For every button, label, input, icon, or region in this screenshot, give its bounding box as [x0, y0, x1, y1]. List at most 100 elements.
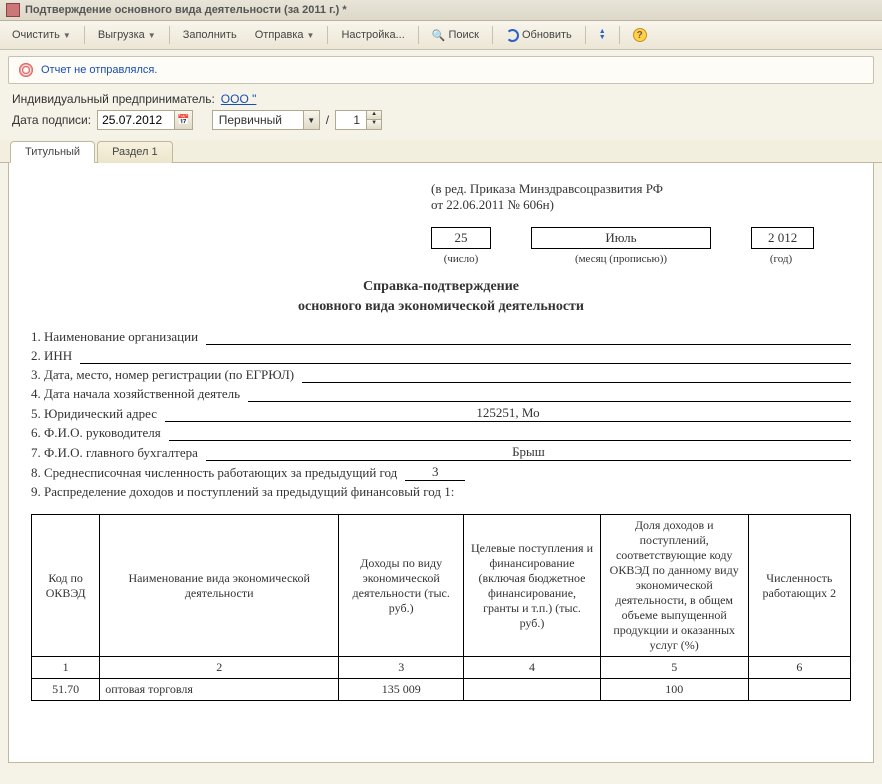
separator	[84, 26, 85, 44]
date-captions: (число) (месяц (прописью)) (год)	[431, 253, 851, 265]
app-icon	[6, 3, 20, 17]
cell-income: 135 009	[339, 679, 464, 701]
reg-line2: от 22.06.2011 № 606н)	[431, 197, 851, 213]
clear-label: Очистить	[12, 29, 60, 41]
fl4-value	[248, 386, 851, 402]
settings-button[interactable]: Настройка...	[333, 25, 412, 45]
date-month: Июль	[531, 227, 711, 249]
refresh-label: Обновить	[522, 29, 572, 41]
entrepreneur-label: Индивидуальный предприниматель:	[12, 92, 215, 106]
doc-subtitle: основного вида экономической деятельност…	[31, 299, 851, 315]
nr1: 1	[32, 657, 100, 679]
fl8-label: 8. Среднесписочная численность работающи…	[31, 465, 397, 481]
tab-label: Раздел 1	[112, 146, 158, 158]
status-bar: Отчет не отправлялся.	[8, 56, 874, 84]
sign-date-input[interactable]	[97, 110, 175, 130]
cell-name: оптовая торговля	[100, 679, 339, 701]
status-text: Отчет не отправлялся.	[41, 64, 157, 76]
cell-code: 51.70	[32, 679, 100, 701]
fl1-value	[206, 329, 851, 345]
chevron-down-icon: ▼	[148, 31, 156, 40]
send-label: Отправка	[255, 29, 304, 41]
doc-title: Справка-подтверждение	[31, 279, 851, 295]
spinner-up[interactable]: ▲	[367, 111, 381, 120]
toolbar: Очистить ▼ Выгрузка ▼ Заполнить Отправка…	[0, 21, 882, 50]
slash-label: /	[326, 113, 329, 127]
caption-day: (число)	[431, 253, 491, 265]
separator	[169, 26, 170, 44]
fl4-label: 4. Дата начала хозяйственной деятель	[31, 386, 240, 402]
fl8-value: 3	[405, 464, 465, 481]
th-name: Наименование вида экономической деятельн…	[100, 515, 339, 657]
cell-target	[464, 679, 601, 701]
settings-label: Настройка...	[341, 29, 404, 41]
calendar-button[interactable]: 📅	[175, 110, 193, 130]
separator	[418, 26, 419, 44]
table-numrow: 1 2 3 4 5 6	[32, 657, 851, 679]
spinner-down[interactable]: ▼	[367, 120, 381, 129]
separator	[492, 26, 493, 44]
refresh-button[interactable]: Обновить	[498, 25, 580, 46]
search-icon: 🔍	[432, 29, 446, 42]
fill-label: Заполнить	[183, 29, 237, 41]
sign-date-label: Дата подписи:	[12, 113, 91, 127]
separator	[619, 26, 620, 44]
entrepreneur-link[interactable]: ООО "	[221, 92, 257, 106]
window-title: Подтверждение основного вида деятельност…	[25, 4, 347, 16]
chevron-down-icon: ▼	[307, 31, 315, 40]
clear-button[interactable]: Очистить ▼	[4, 25, 79, 45]
separator	[327, 26, 328, 44]
nr3: 3	[339, 657, 464, 679]
cell-count	[748, 679, 850, 701]
table-header-row: Код по ОКВЭД Наименование вида экономиче…	[32, 515, 851, 657]
search-label: Поиск	[448, 29, 478, 41]
date-day: 25	[431, 227, 491, 249]
caption-month: (месяц (прописью))	[531, 253, 711, 265]
kind-select[interactable]: Первичный ▼	[212, 110, 320, 130]
fl2-value	[80, 348, 851, 364]
date-boxes: 25 Июль 2 012	[431, 227, 851, 249]
nr4: 4	[464, 657, 601, 679]
th-target: Целевые пос­тупления и фи­нансирование (…	[464, 515, 601, 657]
correction-value: 1	[336, 111, 366, 129]
fl3-label: 3. Дата, место, номер регистрации (по ЕГ…	[31, 367, 294, 383]
distribution-table: Код по ОКВЭД Наименование вида экономиче…	[31, 514, 851, 701]
kind-value: Первичный	[213, 111, 303, 129]
fl7-label: 7. Ф.И.О. главного бухгалтера	[31, 445, 198, 461]
fl6-value	[169, 425, 851, 441]
th-share: Доля доходов и поступлений, соответствую…	[600, 515, 748, 657]
export-button[interactable]: Выгрузка ▼	[90, 25, 164, 45]
export-label: Выгрузка	[98, 29, 145, 41]
th-count: Численность работающих 2	[748, 515, 850, 657]
th-okved: Код по ОКВЭД	[32, 515, 100, 657]
send-button[interactable]: Отправка ▼	[247, 25, 323, 45]
table-row: 51.70 оптовая торговля 135 009 100	[32, 679, 851, 701]
fl5-value: 125251, Мо	[165, 405, 851, 422]
cell-share: 100	[600, 679, 748, 701]
search-button[interactable]: 🔍 Поиск	[424, 25, 487, 46]
separator	[585, 26, 586, 44]
chevron-down-icon: ▼	[63, 31, 71, 40]
fl3-value	[302, 367, 851, 383]
tab-title[interactable]: Титульный	[10, 141, 95, 163]
regulation-note: (в ред. Приказа Минздравсоцразвития РФ о…	[431, 181, 851, 213]
help-icon: ?	[633, 28, 647, 42]
tab-label: Титульный	[25, 146, 80, 158]
help-button[interactable]: ?	[625, 24, 655, 46]
chevron-down-icon[interactable]: ▼	[303, 111, 319, 129]
nr2: 2	[100, 657, 339, 679]
correction-spinner[interactable]: 1 ▲ ▼	[335, 110, 382, 130]
refresh-icon	[506, 29, 519, 42]
th-income: Доходы по виду экономической деятельност…	[339, 515, 464, 657]
nr6: 6	[748, 657, 850, 679]
nr5: 5	[600, 657, 748, 679]
tab-section1[interactable]: Раздел 1	[97, 141, 173, 163]
document-area[interactable]: (в ред. Приказа Минздравсоцразвития РФ о…	[8, 163, 874, 763]
caption-year: (год)	[751, 253, 811, 265]
updown-button[interactable]: ▲▼	[591, 25, 614, 45]
fl7-value: Брыш	[206, 444, 851, 461]
status-icon	[19, 63, 33, 77]
reg-line1: (в ред. Приказа Минздравсоцразвития РФ	[431, 181, 851, 197]
calendar-icon: 📅	[177, 115, 189, 126]
fill-button[interactable]: Заполнить	[175, 25, 245, 45]
